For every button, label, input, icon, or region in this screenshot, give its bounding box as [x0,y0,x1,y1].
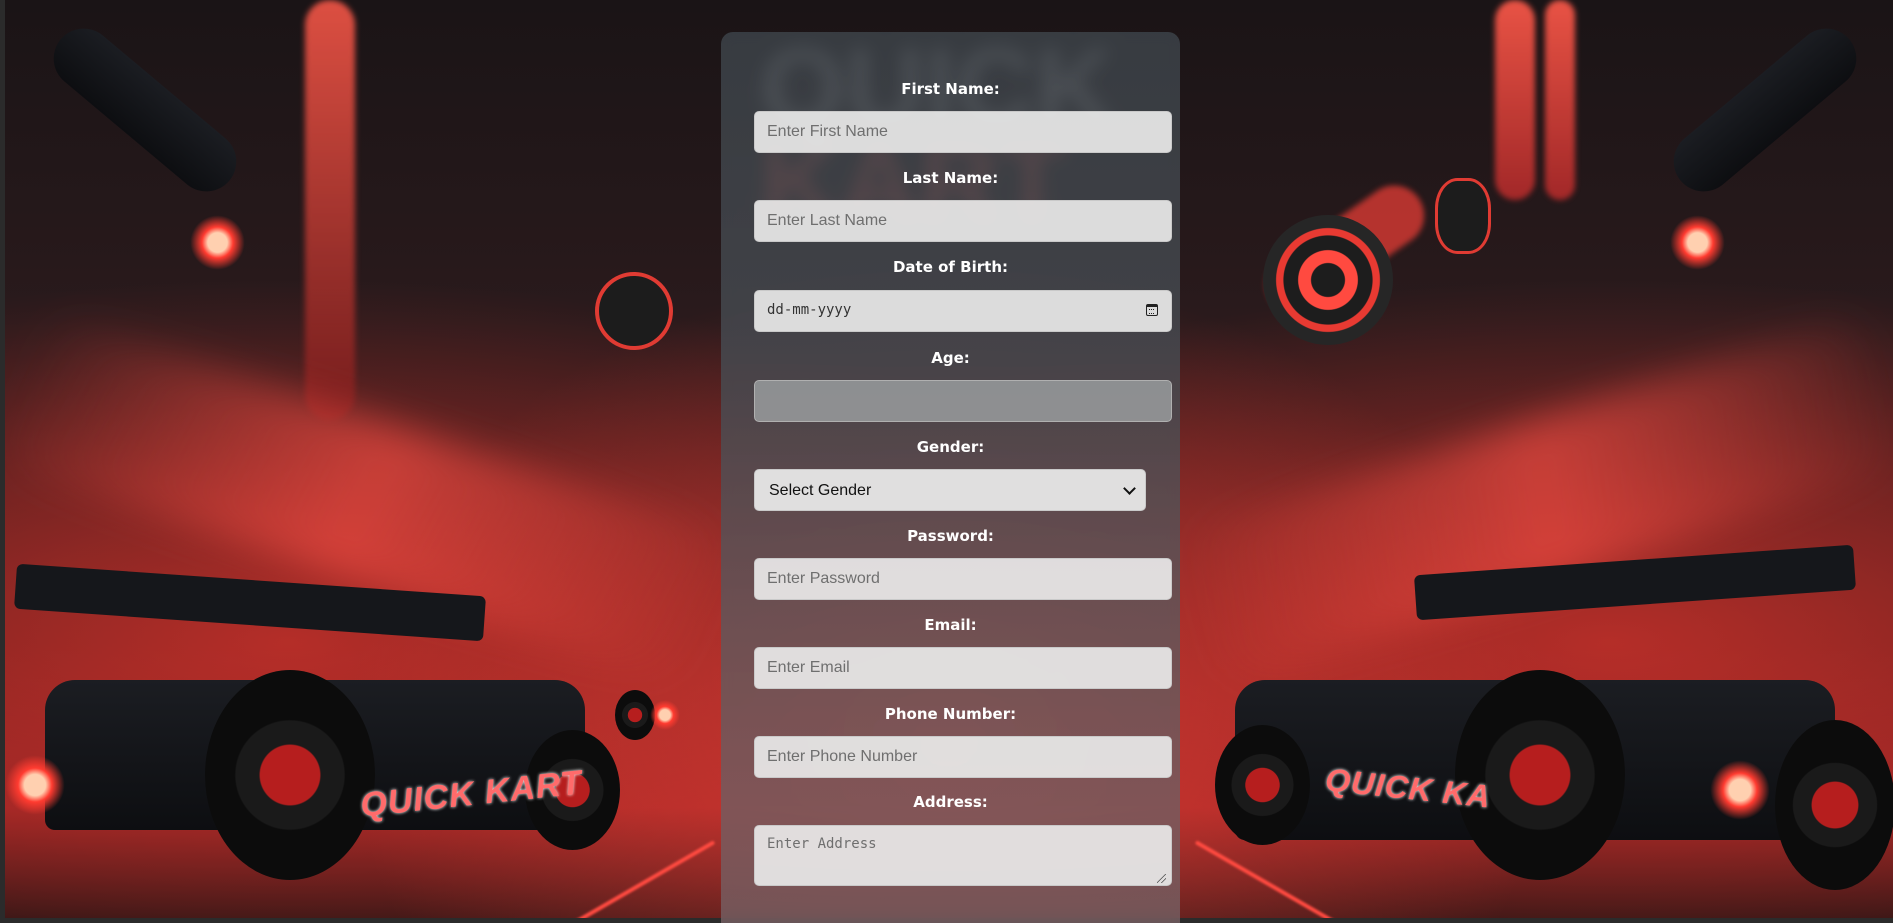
registration-form: First Name: Last Name: Date of Birth: dd… [721,32,1180,923]
phone-input[interactable] [754,736,1172,778]
distant-car-light [650,700,680,730]
ring-decoration [1435,178,1491,254]
red-light-streak [305,0,355,420]
email-input[interactable] [754,647,1172,689]
chevron-down-icon [1123,482,1136,495]
ring-decoration [595,272,673,350]
dob-placeholder: dd-mm-yyyy [767,302,852,318]
address-wrapper [721,825,1180,886]
calendar-icon[interactable] [1146,304,1158,316]
right-race-car: QUICK KA [1195,544,1893,918]
gender-selected-value: Select Gender [769,482,872,499]
password-label: Password: [907,527,994,545]
red-light-streak [1495,0,1535,200]
top-right-car [1661,16,1869,204]
gender-select[interactable]: Select Gender [754,469,1146,511]
dob-label: Date of Birth: [892,258,1008,276]
phone-label: Phone Number: [884,705,1017,723]
last-name-input[interactable] [754,200,1172,242]
top-left-car [41,16,249,204]
age-input[interactable] [754,380,1172,422]
age-label: Age: [931,349,970,367]
speaker-ring-decoration [1263,215,1393,345]
top-left-car-light [190,215,245,270]
red-light-streak [1545,0,1575,200]
first-name-input[interactable] [754,111,1172,153]
email-label: Email: [924,616,977,634]
distant-car-wheel [615,690,655,740]
password-input[interactable] [754,558,1172,600]
last-name-label: Last Name: [902,169,999,187]
dob-input[interactable]: dd-mm-yyyy [754,290,1172,332]
resize-handle-icon[interactable] [1157,874,1166,883]
left-race-car: QUICK KART [5,560,645,918]
top-right-car-light [1670,215,1725,270]
address-label: Address: [913,793,988,811]
first-name-label: First Name: [901,80,1000,98]
gender-label: Gender: [916,438,985,456]
address-textarea[interactable] [754,825,1172,886]
